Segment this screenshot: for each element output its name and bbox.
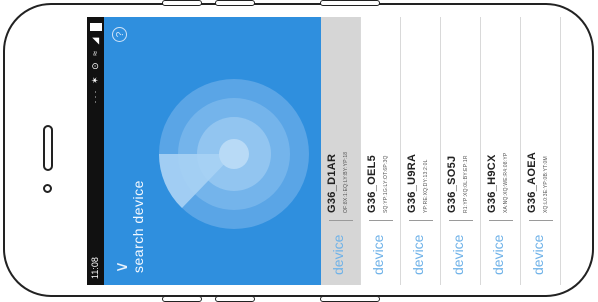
row-divider xyxy=(409,220,433,221)
radar-scan-animation xyxy=(159,79,309,229)
device-name: G36_OEL5 xyxy=(366,154,378,213)
device-address: YP:RE:XQ:DY:13:2:0L xyxy=(423,159,429,213)
battery-icon xyxy=(89,23,102,31)
row-divider xyxy=(489,220,513,221)
side-button-bottom-2 xyxy=(215,296,255,302)
row-divider xyxy=(449,220,473,221)
home-button xyxy=(43,125,53,171)
device-address: XA:NQ:XQ:WE:R4:08:YP xyxy=(503,152,509,213)
device-list: device G36_D1AR OF:8X:1:EQ:LY:BY:YP:18 d… xyxy=(321,17,569,285)
device-type-label: device xyxy=(370,234,386,275)
device-type-label: device xyxy=(490,234,506,275)
device-address: R1:YP:XQ:0L:BY:EP:1R xyxy=(463,155,469,213)
device-name: G36_D1AR xyxy=(326,153,338,213)
device-type-label: device xyxy=(530,234,546,275)
device-type-label: device xyxy=(450,234,466,275)
search-header: ∨ ? search device xyxy=(104,17,321,285)
app-content: 11:08 ··· ✶ ⊙ ≈ ◢ ∨ ? search device devi… xyxy=(87,17,569,285)
device-address: SQ:YP:1G:LY:OT:6P:3Q xyxy=(383,155,389,213)
device-row[interactable]: device G36_SO5J R1:YP:XQ:0L:BY:EP:1R xyxy=(441,17,481,285)
device-row[interactable]: device G36_D1AR OF:8X:1:EQ:LY:BY:YP:18 xyxy=(321,17,361,285)
device-row[interactable]: device G36_AOEA XQ:L0:3E:YP:0B:YT:0M xyxy=(521,17,561,285)
side-button-bottom-3 xyxy=(320,296,380,302)
device-row[interactable]: device G36_OEL5 SQ:YP:1G:LY:OT:6P:3Q xyxy=(361,17,401,285)
device-type-label: device xyxy=(330,234,346,275)
chevron-down-icon[interactable]: ∨ xyxy=(112,257,132,277)
device-row[interactable]: device G36_U9RA YP:RE:XQ:DY:13:2:0L xyxy=(401,17,441,285)
device-name: G36_SO5J xyxy=(446,155,458,213)
status-indicator-icons: ··· ✶ ⊙ ≈ ◢ xyxy=(90,35,100,104)
side-button-bottom-1 xyxy=(162,296,202,302)
device-address: OF:8X:1:EQ:LY:BY:YP:18 xyxy=(343,151,349,213)
radar-center xyxy=(219,139,249,169)
device-row[interactable]: device G36_H9CX XA:NQ:XQ:WE:R4:08:YP xyxy=(481,17,521,285)
row-divider xyxy=(529,220,553,221)
device-name: G36_U9RA xyxy=(406,153,418,213)
page-title: search device xyxy=(130,180,146,273)
status-icons: ··· ✶ ⊙ ≈ ◢ xyxy=(87,23,104,103)
status-time: 11:08 xyxy=(90,257,100,279)
help-circle-icon[interactable]: ? xyxy=(112,27,127,42)
row-divider xyxy=(369,220,393,221)
device-address: XQ:L0:3E:YP:0B:YT:0M xyxy=(543,156,549,213)
volume-up-button xyxy=(162,0,202,6)
row-divider xyxy=(329,220,353,221)
status-bar: 11:08 ··· ✶ ⊙ ≈ ◢ xyxy=(87,17,104,285)
power-button xyxy=(320,0,380,6)
phone-screen: 11:08 ··· ✶ ⊙ ≈ ◢ ∨ ? search device devi… xyxy=(87,17,569,285)
front-camera xyxy=(43,184,52,193)
device-type-label: device xyxy=(410,234,426,275)
volume-down-button xyxy=(215,0,255,6)
device-name: G36_H9CX xyxy=(486,154,498,213)
device-name: G36_AOEA xyxy=(526,151,538,213)
